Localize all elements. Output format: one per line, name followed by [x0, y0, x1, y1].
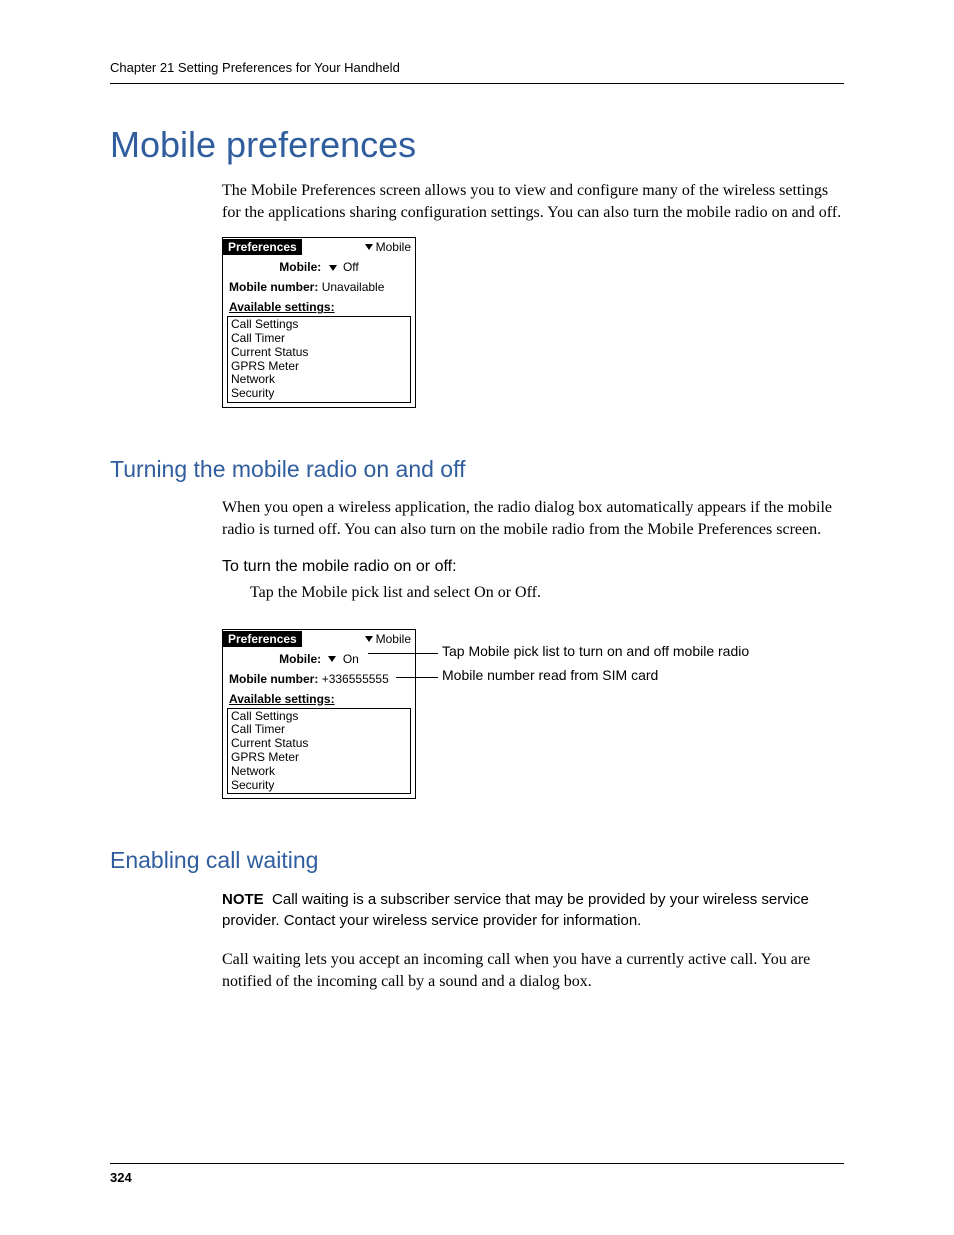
page-footer: 324	[110, 1163, 844, 1185]
list-item[interactable]: Current Status	[231, 737, 407, 751]
content-area-3: NOTE Call waiting is a subscriber servic…	[222, 889, 844, 992]
list-item[interactable]: Network	[231, 765, 407, 779]
figure-with-callouts: Preferences Mobile Mobile: On Mobile num…	[222, 619, 844, 800]
intro-paragraph: The Mobile Preferences screen allows you…	[222, 180, 844, 223]
heading-call-waiting: Enabling call waiting	[110, 847, 844, 874]
note-block: NOTE Call waiting is a subscriber servic…	[222, 889, 844, 931]
note-label: NOTE	[222, 891, 264, 908]
page: Chapter 21 Setting Preferences for Your …	[0, 0, 954, 1235]
palm-title: Preferences	[223, 239, 302, 255]
palm-menu-label: Mobile	[376, 632, 411, 646]
callout-text-1: Tap Mobile pick list to turn on and off …	[442, 643, 749, 659]
palm-menu-picklist[interactable]: Mobile	[365, 632, 415, 646]
list-item[interactable]: Call Settings	[231, 710, 407, 724]
palm-mobnum-row: Mobile number: +336555555	[223, 668, 415, 688]
heading-turning-radio: Turning the mobile radio on and off	[110, 456, 844, 483]
palm-mobnum-value: Unavailable	[322, 280, 385, 294]
palm-screenshot-1: Preferences Mobile Mobile: Off Mobile nu…	[222, 237, 416, 408]
radio-paragraph: When you open a wireless application, th…	[222, 497, 844, 540]
palm-mobnum-label: Mobile number:	[229, 280, 318, 294]
palm-avail-label: Available settings:	[229, 300, 335, 314]
procedure-step-1: Tap the Mobile pick list and select On o…	[250, 582, 844, 604]
palm-avail-label: Available settings:	[229, 692, 335, 706]
dropdown-icon	[365, 244, 373, 250]
note-body: Call waiting is a subscriber service tha…	[222, 891, 809, 929]
palm-screenshot-2: Preferences Mobile Mobile: On Mobile num…	[222, 629, 416, 800]
palm-titlebar: Preferences Mobile	[223, 238, 415, 256]
list-item[interactable]: Security	[231, 387, 407, 401]
list-item[interactable]: GPRS Meter	[231, 360, 407, 374]
callout-text-2: Mobile number read from SIM card	[442, 667, 658, 683]
content-area-2: When you open a wireless application, th…	[222, 497, 844, 799]
palm-title: Preferences	[223, 631, 302, 647]
palm-mobile-row[interactable]: Mobile: Off	[223, 256, 415, 276]
list-item[interactable]: GPRS Meter	[231, 751, 407, 765]
dropdown-icon	[365, 636, 373, 642]
palm-titlebar: Preferences Mobile	[223, 630, 415, 648]
procedure-heading: To turn the mobile radio on or off:	[222, 558, 844, 576]
palm-mobnum-row: Mobile number: Unavailable	[223, 276, 415, 296]
list-item[interactable]: Call Timer	[231, 332, 407, 346]
palm-mobnum-value: +336555555	[322, 672, 389, 686]
palm-settings-list[interactable]: Call Settings Call Timer Current Status …	[227, 708, 411, 795]
palm-menu-label: Mobile	[376, 240, 411, 254]
page-number: 324	[110, 1170, 132, 1185]
callout-leader-line	[396, 677, 438, 678]
list-item[interactable]: Call Settings	[231, 318, 407, 332]
heading-mobile-preferences: Mobile preferences	[110, 124, 844, 166]
list-item[interactable]: Call Timer	[231, 723, 407, 737]
dropdown-icon	[328, 656, 336, 662]
list-item[interactable]: Current Status	[231, 346, 407, 360]
call-waiting-paragraph: Call waiting lets you accept an incoming…	[222, 949, 844, 992]
dropdown-icon	[329, 265, 337, 271]
palm-avail-row: Available settings:	[223, 688, 415, 708]
palm-avail-row: Available settings:	[223, 296, 415, 316]
content-area: The Mobile Preferences screen allows you…	[222, 180, 844, 408]
list-item[interactable]: Security	[231, 779, 407, 793]
palm-mobile-label: Mobile:	[279, 652, 321, 666]
palm-mobile-label: Mobile:	[279, 260, 321, 274]
callout-leader-line	[368, 653, 438, 654]
palm-menu-picklist[interactable]: Mobile	[365, 240, 415, 254]
palm-mobnum-label: Mobile number:	[229, 672, 318, 686]
palm-mobile-row[interactable]: Mobile: On	[223, 648, 415, 668]
palm-mobile-value: Off	[343, 260, 359, 274]
palm-settings-list[interactable]: Call Settings Call Timer Current Status …	[227, 316, 411, 403]
list-item[interactable]: Network	[231, 373, 407, 387]
palm-mobile-value: On	[343, 652, 359, 666]
running-head: Chapter 21 Setting Preferences for Your …	[110, 60, 844, 84]
